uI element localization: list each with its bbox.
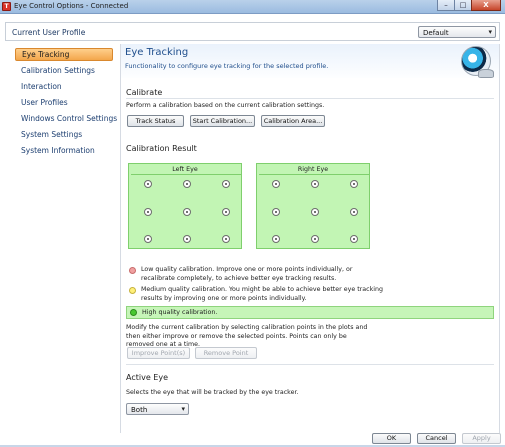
- calibration-point[interactable]: [272, 208, 280, 216]
- sidebar-item-user-profiles[interactable]: User Profiles: [15, 96, 113, 109]
- active-eye-divider: [126, 364, 494, 365]
- calibration-result-heading: Calibration Result: [126, 144, 197, 153]
- calibration-point[interactable]: [350, 235, 358, 243]
- sidebar-item-system-information[interactable]: System Information: [15, 144, 113, 157]
- active-eye-heading: Active Eye: [126, 373, 168, 382]
- calibration-point[interactable]: [272, 235, 280, 243]
- legend-high-text: High quality calibration.: [142, 309, 218, 316]
- legend-medium: Medium quality calibration. You might be…: [126, 286, 494, 304]
- sidebar-item-calibration-settings[interactable]: Calibration Settings: [15, 64, 113, 77]
- remove-point-button[interactable]: Remove Point: [195, 347, 257, 359]
- calibrate-description: Perform a calibration based on the curre…: [126, 102, 325, 109]
- legend-medium-text: Medium quality calibration. You might be…: [141, 286, 383, 302]
- right-eye-plot[interactable]: Right Eye: [256, 163, 370, 249]
- calibration-point[interactable]: [222, 235, 230, 243]
- window-title: Eye Control Options - Connected: [14, 2, 129, 10]
- page-header: Eye Tracking Functionality to configure …: [121, 44, 499, 78]
- ok-button[interactable]: OK: [372, 433, 411, 444]
- legend-low: Low quality calibration. Improve one or …: [126, 266, 494, 284]
- plot-divider: [131, 174, 241, 175]
- sidebar-nav: Eye Tracking Calibration Settings Intera…: [15, 48, 117, 160]
- calibration-point[interactable]: [144, 235, 152, 243]
- app-icon: T: [2, 2, 11, 11]
- calibration-point[interactable]: [183, 235, 191, 243]
- calibration-area-button[interactable]: Calibration Area...: [261, 115, 325, 127]
- maximize-button[interactable]: □: [454, 0, 472, 11]
- profile-select[interactable]: Default ▾: [418, 26, 496, 38]
- calibration-point[interactable]: [350, 180, 358, 188]
- calibrate-divider: [126, 98, 494, 99]
- improve-points-button[interactable]: Improve Point(s): [127, 347, 190, 359]
- track-status-button[interactable]: Track Status: [127, 115, 184, 127]
- calibration-point[interactable]: [222, 208, 230, 216]
- calibration-point[interactable]: [144, 208, 152, 216]
- minimize-button[interactable]: –: [437, 0, 455, 11]
- calibration-point[interactable]: [222, 180, 230, 188]
- right-eye-label: Right Eye: [297, 166, 329, 173]
- calibration-point[interactable]: [311, 235, 319, 243]
- main-panel: Eye Tracking Functionality to configure …: [120, 44, 500, 433]
- close-button[interactable]: X: [471, 0, 501, 11]
- start-calibration-button[interactable]: Start Calibration...: [190, 115, 255, 127]
- active-eye-description: Selects the eye that will be tracked by …: [126, 389, 299, 396]
- apply-button[interactable]: Apply: [462, 433, 501, 444]
- medium-quality-dot-icon: [129, 287, 136, 294]
- calibration-point[interactable]: [311, 208, 319, 216]
- profile-label: Current User Profile: [12, 28, 86, 37]
- low-quality-dot-icon: [129, 267, 136, 274]
- plot-divider: [259, 174, 369, 175]
- profile-bar: Current User Profile Default ▾: [5, 22, 500, 41]
- left-eye-plot[interactable]: Left Eye: [128, 163, 242, 249]
- sidebar-item-system-settings[interactable]: System Settings: [15, 128, 113, 141]
- calibration-point[interactable]: [311, 180, 319, 188]
- chevron-down-icon: ▾: [181, 405, 185, 413]
- modify-description: Modify the current calibration by select…: [126, 324, 368, 348]
- window-controls: – □ X: [437, 0, 501, 11]
- window-title-bar[interactable]: T Eye Control Options - Connected – □ X: [0, 0, 505, 14]
- calibration-point[interactable]: [183, 208, 191, 216]
- sidebar-item-windows-control-settings[interactable]: Windows Control Settings: [15, 112, 117, 125]
- profile-select-value: Default: [423, 29, 449, 37]
- cancel-button[interactable]: Cancel: [417, 433, 456, 444]
- page-subtitle: Functionality to configure eye tracking …: [125, 62, 329, 70]
- chevron-down-icon: ▾: [488, 28, 492, 36]
- legend-high: High quality calibration.: [126, 306, 494, 319]
- calibration-point[interactable]: [144, 180, 152, 188]
- legend-low-text: Low quality calibration. Improve one or …: [141, 266, 353, 282]
- calibration-point[interactable]: [350, 208, 358, 216]
- page-title: Eye Tracking: [125, 47, 189, 58]
- high-quality-dot-icon: [130, 309, 137, 316]
- left-eye-label: Left Eye: [172, 166, 198, 173]
- sidebar-item-interaction[interactable]: Interaction: [15, 80, 113, 93]
- calibration-point[interactable]: [272, 180, 280, 188]
- calibration-point[interactable]: [183, 180, 191, 188]
- calibrate-heading: Calibrate: [126, 88, 163, 97]
- eye-camera-icon: [461, 46, 494, 78]
- sidebar-item-eye-tracking[interactable]: Eye Tracking: [15, 48, 113, 61]
- active-eye-select[interactable]: Both ▾: [126, 403, 189, 415]
- active-eye-select-value: Both: [131, 406, 148, 414]
